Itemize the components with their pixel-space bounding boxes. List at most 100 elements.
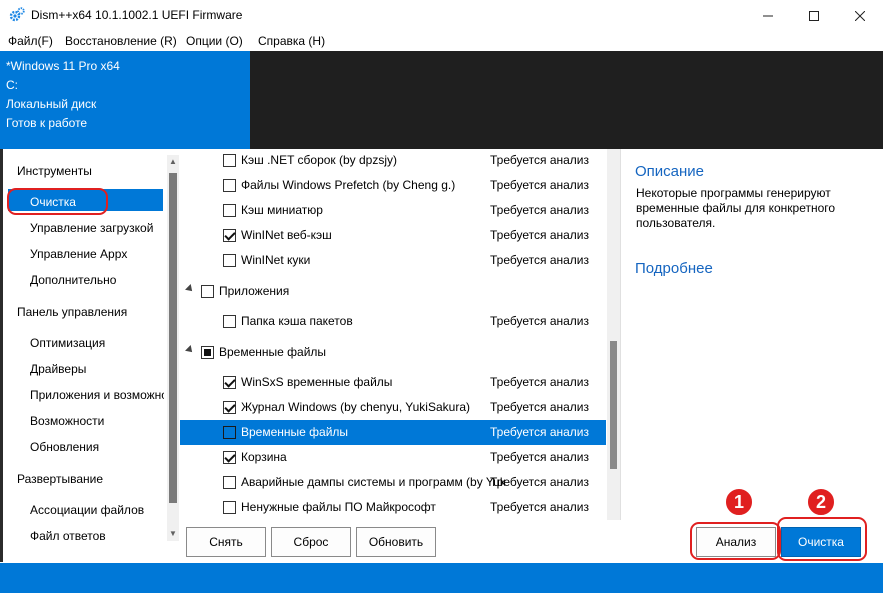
refresh-button[interactable]: Обновить <box>356 527 436 557</box>
analyze-highlight <box>690 522 781 560</box>
more-link[interactable]: Подробнее <box>635 260 713 277</box>
tree-group-row[interactable]: Временные файлы <box>180 340 606 365</box>
item-status: Требуется анализ <box>490 500 589 514</box>
item-checkbox[interactable] <box>223 401 236 414</box>
menu-file[interactable]: Файл(F) <box>8 34 53 48</box>
scroll-down-icon[interactable]: ▼ <box>168 530 178 538</box>
item-checkbox[interactable] <box>223 254 236 267</box>
expand-arrow-icon[interactable] <box>185 345 195 355</box>
sidebar-item-answer-file[interactable]: Файл ответов <box>30 529 106 543</box>
description-text: Некоторые программы генерируют временные… <box>636 186 836 230</box>
close-button[interactable] <box>837 0 883 31</box>
maximize-button[interactable] <box>791 0 837 31</box>
tree-row[interactable]: Кэш миниатюр Требуется анализ <box>180 198 606 223</box>
tree-scrollbar[interactable] <box>607 149 620 520</box>
item-checkbox[interactable] <box>201 346 214 359</box>
drive-letter: C: <box>6 78 18 92</box>
tree-scroll-thumb[interactable] <box>610 341 617 469</box>
sidebar-item-drivers[interactable]: Драйверы <box>30 362 86 376</box>
expand-arrow-icon[interactable] <box>185 284 195 294</box>
tree-row[interactable]: WinSxS временные файлы Требуется анализ <box>180 370 606 395</box>
item-checkbox[interactable] <box>223 451 236 464</box>
item-status: Требуется анализ <box>490 450 589 464</box>
menu-bar: Файл(F) Восстановление (R) Опции (O) Спр… <box>0 31 883 51</box>
tree-row[interactable]: Аварийные дампы системы и программ (by Y… <box>180 470 606 495</box>
item-checkbox[interactable] <box>201 285 214 298</box>
os-name: *Windows 11 Pro x64 <box>6 59 120 73</box>
sidebar-scroll-thumb[interactable] <box>169 173 177 503</box>
item-checkbox[interactable] <box>223 204 236 217</box>
tree-row[interactable]: Временные файлы Требуется анализ <box>180 420 606 445</box>
status-text: Готов к работе <box>6 116 88 130</box>
window-title: Dism++x64 10.1.1002.1 UEFI Firmware <box>31 8 243 22</box>
item-label: Папка кэша пакетов <box>241 314 353 328</box>
item-label: Кэш .NET сборок (by dpzsjy) <box>241 153 398 167</box>
system-info-panel[interactable]: *Windows 11 Pro x64 C: Локальный диск Го… <box>0 51 250 149</box>
sidebar-group-deployment: Развертывание <box>17 472 104 486</box>
tree-row[interactable]: Корзина Требуется анализ <box>180 445 606 470</box>
description-title: Описание <box>635 163 705 180</box>
tree-row[interactable]: Журнал Windows (by chenyu, YukiSakura) Тр… <box>180 395 606 420</box>
item-status: Требуется анализ <box>490 228 589 242</box>
tree-row[interactable]: Папка кэша пакетов Требуется анализ <box>180 309 606 334</box>
item-checkbox[interactable] <box>223 229 236 242</box>
item-checkbox[interactable] <box>223 315 236 328</box>
menu-help[interactable]: Справка (H) <box>258 34 325 48</box>
scroll-up-icon[interactable]: ▲ <box>168 158 178 166</box>
session-area <box>250 51 883 149</box>
sidebar-item-features[interactable]: Возможности <box>30 414 104 428</box>
gear-icon <box>9 7 25 22</box>
close-icon <box>855 10 865 21</box>
menu-restore[interactable]: Восстановление (R) <box>65 34 177 48</box>
sidebar-scrollbar[interactable]: ▲ ▼ <box>167 155 179 541</box>
item-checkbox[interactable] <box>223 426 236 439</box>
item-label: Временные файлы <box>241 425 349 439</box>
item-label: Файлы Windows Prefetch (by Cheng g.) <box>241 178 456 192</box>
drive-type: Локальный диск <box>6 97 97 111</box>
tree-row[interactable]: Ненужные файлы ПО Майкрософт Требуется ан… <box>180 495 606 520</box>
status-bar <box>0 563 883 593</box>
item-status: Требуется анализ <box>490 425 589 439</box>
tree-row[interactable]: Файлы Windows Prefetch (by Cheng g.) Треб… <box>180 173 606 198</box>
item-label: WinINet куки <box>241 253 311 267</box>
step-marker-1: 1 <box>724 487 754 517</box>
item-status: Требуется анализ <box>490 400 589 414</box>
item-checkbox[interactable] <box>223 179 236 192</box>
item-checkbox[interactable] <box>223 476 236 489</box>
sidebar-item-optimize[interactable]: Оптимизация <box>30 336 105 350</box>
sidebar-item-boot[interactable]: Управление загрузкой <box>30 221 153 235</box>
cleanup-tree: Кэш .NET сборок (by dpzsjy) Требуется ана… <box>180 149 620 520</box>
item-status: Требуется анализ <box>490 253 589 267</box>
sidebar-item-file-assoc[interactable]: Ассоциации файлов <box>30 503 144 517</box>
sidebar-group-control-panel: Панель управления <box>17 305 128 319</box>
reset-button[interactable]: Сброс <box>271 527 351 557</box>
sidebar-item-appx[interactable]: Управление Appx <box>30 247 127 261</box>
minimize-button[interactable] <box>745 0 791 31</box>
item-label: Журнал Windows (by chenyu, YukiSakura) <box>241 400 470 414</box>
item-status: Требуется анализ <box>490 203 589 217</box>
item-label: Временные файлы <box>219 345 327 359</box>
sidebar-item-apps[interactable]: Приложения и возможности <box>30 388 164 402</box>
item-label: Приложения <box>219 284 290 298</box>
item-status: Требуется анализ <box>490 375 589 389</box>
item-checkbox[interactable] <box>223 501 236 514</box>
maximize-icon <box>809 10 819 21</box>
tree-group-row[interactable]: Приложения <box>180 279 606 304</box>
item-checkbox[interactable] <box>223 376 236 389</box>
tree-row[interactable]: Кэш .NET сборок (by dpzsjy) Требуется ана… <box>180 149 606 173</box>
item-checkbox[interactable] <box>223 154 236 167</box>
item-label: WinINet веб-кэш <box>241 228 332 242</box>
sidebar-item-updates[interactable]: Обновления <box>30 440 99 454</box>
menu-options[interactable]: Опции (O) <box>186 34 243 48</box>
sidebar-group-tools: Инструменты <box>17 164 92 178</box>
tree-row[interactable]: WinINet куки Требуется анализ <box>180 248 606 273</box>
remove-button[interactable]: Снять <box>186 527 266 557</box>
tree-row[interactable]: WinINet веб-кэш Требуется анализ <box>180 223 606 248</box>
clean-highlight <box>777 517 867 561</box>
item-status: Требуется анализ <box>490 314 589 328</box>
sidebar-item-advanced[interactable]: Дополнительно <box>30 273 116 287</box>
item-label: Ненужные файлы ПО Майкрософт <box>241 500 436 514</box>
item-status: Требуется анализ <box>490 153 589 167</box>
minimize-icon <box>763 15 773 16</box>
item-label: WinSxS временные файлы <box>241 375 393 389</box>
